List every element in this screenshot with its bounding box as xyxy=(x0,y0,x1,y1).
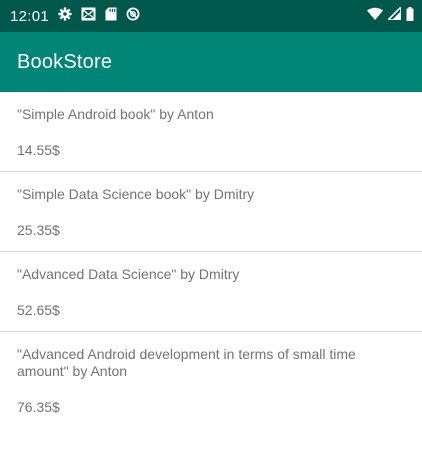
book-price: 25.35$ xyxy=(17,222,60,238)
battery-icon xyxy=(406,6,414,26)
status-left: 12:01 xyxy=(10,6,140,26)
wifi-icon xyxy=(367,7,383,25)
book-price: 76.35$ xyxy=(17,399,60,415)
book-list-item[interactable]: "Simple Data Science book" by Dmitry 25.… xyxy=(0,172,422,252)
book-title: "Advanced Android development in terms o… xyxy=(17,346,356,379)
book-price: 14.55$ xyxy=(17,142,60,158)
book-title: "Advanced Data Science" by Dmitry xyxy=(17,266,240,282)
system-icons xyxy=(367,5,414,26)
status-time: 12:01 xyxy=(10,7,50,25)
book-list-item[interactable]: "Advanced Android development in terms o… xyxy=(0,332,422,428)
gear-icon xyxy=(58,6,72,26)
mail-notification-icon xyxy=(81,7,96,26)
cell-signal-icon xyxy=(386,5,402,25)
app-bar: BookStore xyxy=(0,32,422,92)
book-title: "Simple Android book" by Anton xyxy=(17,106,214,122)
book-title: "Simple Data Science book" by Dmitry xyxy=(17,186,255,202)
book-list-item[interactable]: "Advanced Data Science" by Dmitry 52.65$ xyxy=(0,252,422,332)
app-title: BookStore xyxy=(17,50,113,73)
book-list: "Simple Android book" by Anton 14.55$ "S… xyxy=(0,92,422,428)
sd-card-icon xyxy=(105,7,117,26)
notification-icons xyxy=(58,6,140,26)
book-list-item[interactable]: "Simple Android book" by Anton 14.55$ xyxy=(0,92,422,172)
blocked-icon xyxy=(126,7,140,26)
book-price: 52.65$ xyxy=(17,302,60,318)
status-bar: 12:01 xyxy=(0,0,422,32)
